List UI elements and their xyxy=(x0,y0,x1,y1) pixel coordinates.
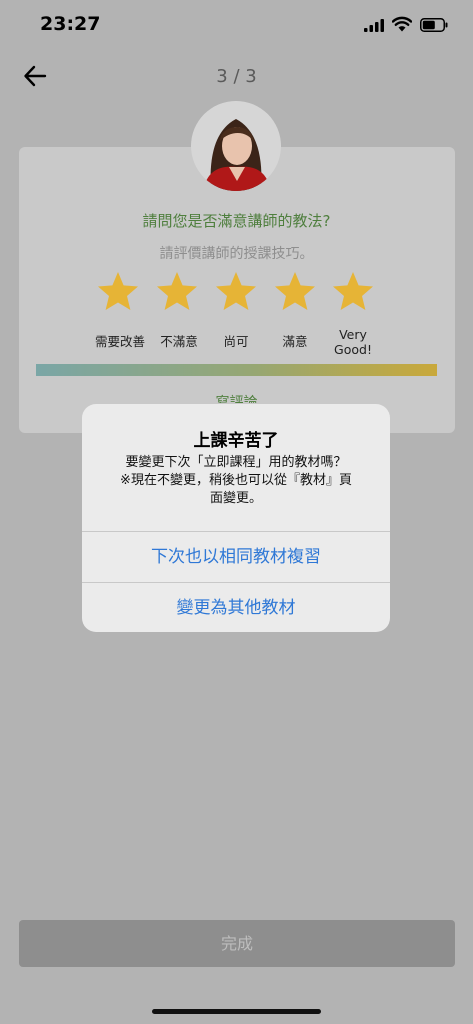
dialog-message: 要變更下次「立即課程」用的教材嗎？ ※現在不變更，稍後也可以從『教材』頁 面變更… xyxy=(100,454,372,508)
rating-gradient-bar xyxy=(36,364,437,376)
dialog-title: 上課辛苦了 xyxy=(193,431,279,451)
star-label-4: 滿意 xyxy=(282,334,308,349)
status-bar: 23:27 xyxy=(0,0,473,50)
rating-subtitle: 請評價講師的授課技巧。 xyxy=(159,246,314,262)
star-3-icon[interactable] xyxy=(214,270,258,314)
write-review-link[interactable]: 寫評論 xyxy=(0,392,473,403)
home-indicator xyxy=(152,1009,321,1014)
page-indicator: 3 / 3 xyxy=(216,66,257,87)
star-5-icon[interactable] xyxy=(331,270,375,314)
battery-icon xyxy=(420,18,448,32)
done-button[interactable]: 完成 xyxy=(19,920,455,967)
wifi-icon xyxy=(392,16,412,32)
dialog-message-line-1: 要變更下次「立即課程」用的教材嗎？ xyxy=(125,455,347,470)
status-time: 23:27 xyxy=(40,13,101,35)
star-1-icon[interactable] xyxy=(96,270,140,314)
star-label-5: Very Good! xyxy=(334,327,372,357)
teacher-avatar xyxy=(191,101,281,191)
dialog-message-line-2: ※現在不變更，稍後也可以從『教材』頁 xyxy=(120,473,352,488)
cellular-signal-icon xyxy=(364,19,384,32)
alert-dialog: 上課辛苦了 要變更下次「立即課程」用的教材嗎？ ※現在不變更，稍後也可以從『教材… xyxy=(82,404,390,632)
change-material-button[interactable]: 變更為其他教材 xyxy=(82,583,390,632)
dialog-message-line-3: 面變更。 xyxy=(209,491,262,506)
star-2-icon[interactable] xyxy=(155,270,199,314)
same-material-button[interactable]: 下次也以相同教材複習 xyxy=(82,532,390,582)
star-4-icon[interactable] xyxy=(273,270,317,314)
rating-question: 請問您是否滿意講師的教法? xyxy=(142,212,331,230)
